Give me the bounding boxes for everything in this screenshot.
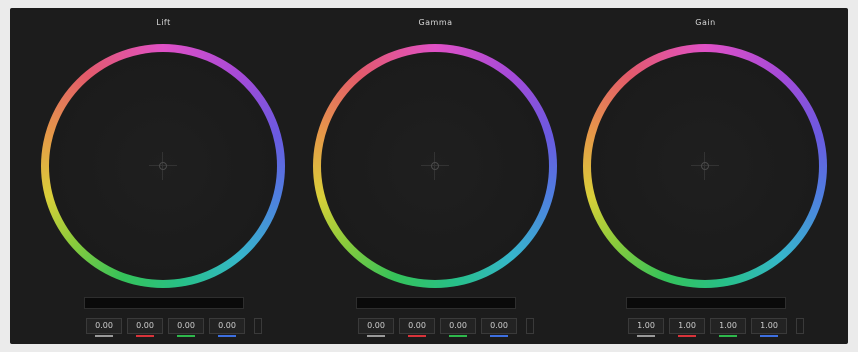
gain-color-ring[interactable]	[583, 44, 827, 288]
gamma-b-value[interactable]: 0.00	[481, 318, 517, 337]
gamma-g-text: 0.00	[449, 321, 467, 330]
lift-values: 0.00 0.00 0.00 0.00	[86, 318, 262, 337]
y-channel-bar	[95, 335, 113, 337]
gamma-values: 0.00 0.00 0.00 0.00	[358, 318, 534, 337]
gain-g-text: 1.00	[719, 321, 737, 330]
gain-center-handle[interactable]	[701, 162, 709, 170]
y-channel-bar	[367, 335, 385, 337]
gain-g-value[interactable]: 1.00	[710, 318, 746, 337]
r-channel-bar	[136, 335, 154, 337]
gain-wheel: Gain 1.00 1.00 1.00 1.00	[566, 8, 845, 344]
lift-b-value[interactable]: 0.00	[209, 318, 245, 337]
gain-title: Gain	[695, 18, 716, 27]
gamma-g-value[interactable]: 0.00	[440, 318, 476, 337]
lift-y-text: 0.00	[95, 321, 113, 330]
gamma-r-value[interactable]: 0.00	[399, 318, 435, 337]
b-channel-bar	[760, 335, 778, 337]
gamma-master-slider[interactable]	[356, 297, 516, 309]
color-wheels-panel: Lift 0.00 0.00 0.00 0.00 Gamma 0.00 0.00…	[10, 8, 848, 344]
lift-y-value[interactable]: 0.00	[86, 318, 122, 337]
lift-r-text: 0.00	[136, 321, 154, 330]
lift-title: Lift	[156, 18, 171, 27]
lift-g-text: 0.00	[177, 321, 195, 330]
gamma-y-value[interactable]: 0.00	[358, 318, 394, 337]
lift-wheel: Lift 0.00 0.00 0.00 0.00	[24, 8, 303, 344]
gain-reset-button[interactable]	[796, 318, 804, 334]
lift-g-value[interactable]: 0.00	[168, 318, 204, 337]
gain-y-value[interactable]: 1.00	[628, 318, 664, 337]
b-channel-bar	[490, 335, 508, 337]
r-channel-bar	[408, 335, 426, 337]
gamma-reset-button[interactable]	[526, 318, 534, 334]
gamma-center-handle[interactable]	[431, 162, 439, 170]
r-channel-bar	[678, 335, 696, 337]
gain-b-value[interactable]: 1.00	[751, 318, 787, 337]
gain-r-text: 1.00	[678, 321, 696, 330]
lift-color-ring[interactable]	[41, 44, 285, 288]
lift-reset-button[interactable]	[254, 318, 262, 334]
g-channel-bar	[719, 335, 737, 337]
gain-y-text: 1.00	[637, 321, 655, 330]
gain-r-value[interactable]: 1.00	[669, 318, 705, 337]
gamma-y-text: 0.00	[367, 321, 385, 330]
lift-r-value[interactable]: 0.00	[127, 318, 163, 337]
lift-wheel-area[interactable]	[49, 52, 277, 280]
gain-values: 1.00 1.00 1.00 1.00	[628, 318, 804, 337]
y-channel-bar	[637, 335, 655, 337]
lift-center-handle[interactable]	[159, 162, 167, 170]
gain-master-slider[interactable]	[626, 297, 786, 309]
g-channel-bar	[177, 335, 195, 337]
lift-master-slider[interactable]	[84, 297, 244, 309]
gamma-wheel-area[interactable]	[321, 52, 549, 280]
g-channel-bar	[449, 335, 467, 337]
b-channel-bar	[218, 335, 236, 337]
gamma-color-ring[interactable]	[313, 44, 557, 288]
gamma-b-text: 0.00	[490, 321, 508, 330]
lift-b-text: 0.00	[218, 321, 236, 330]
gamma-title: Gamma	[418, 18, 453, 27]
gamma-wheel: Gamma 0.00 0.00 0.00 0.00	[296, 8, 575, 344]
gain-b-text: 1.00	[760, 321, 778, 330]
gain-wheel-area[interactable]	[591, 52, 819, 280]
gamma-r-text: 0.00	[408, 321, 426, 330]
